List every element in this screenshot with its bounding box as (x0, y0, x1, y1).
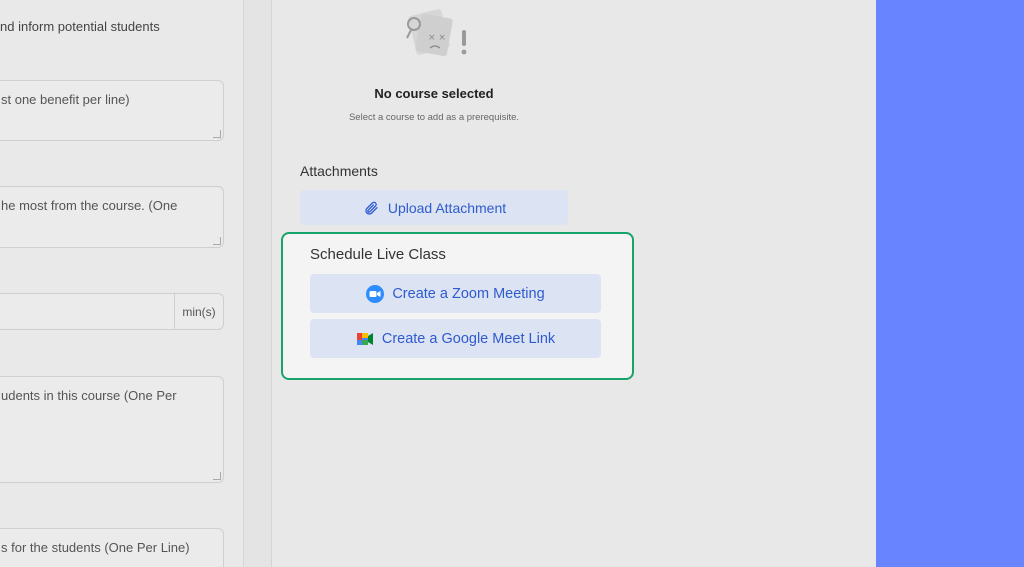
materials-placeholder: s for the students (One Per Line) (1, 540, 190, 555)
course-settings-form: nd inform potential students st one bene… (0, 0, 244, 567)
paperclip-icon (362, 199, 380, 217)
schedule-live-class-card: Schedule Live Class Create a Zoom Meetin… (281, 232, 634, 380)
upload-attachment-button[interactable]: Upload Attachment (300, 190, 568, 225)
audience-textarea[interactable]: udents in this course (One Per (0, 376, 224, 483)
empty-state-title: No course selected (374, 86, 494, 101)
benefits-placeholder: st one benefit per line) (1, 92, 130, 107)
audience-placeholder: udents in this course (One Per (1, 388, 177, 403)
resize-handle[interactable] (213, 130, 221, 138)
zoom-icon (366, 284, 385, 303)
empty-state-subtitle: Select a course to add as a prerequisite… (348, 112, 520, 123)
google-meet-icon (356, 330, 374, 348)
benefits-textarea[interactable]: st one benefit per line) (0, 80, 224, 141)
attachments-title: Attachments (300, 163, 378, 179)
panel-divider (244, 0, 272, 567)
resize-handle[interactable] (213, 237, 221, 245)
requirements-textarea[interactable]: he most from the course. (One (0, 186, 224, 248)
materials-textarea[interactable]: s for the students (One Per Line) (0, 528, 224, 567)
create-zoom-meeting-button[interactable]: Create a Zoom Meeting (310, 274, 601, 313)
requirements-placeholder: he most from the course. (One (1, 198, 178, 213)
create-google-meet-button[interactable]: Create a Google Meet Link (310, 319, 601, 358)
svg-text:× ×: × × (428, 33, 446, 43)
side-panel-background (876, 0, 1024, 567)
resize-handle[interactable] (213, 472, 221, 480)
google-meet-label: Create a Google Meet Link (381, 330, 556, 347)
empty-course-illustration: × × (390, 4, 480, 62)
duration-input[interactable]: min(s) (0, 293, 224, 330)
upload-attachment-label: Upload Attachment (387, 199, 507, 216)
intro-text: nd inform potential students (0, 19, 160, 34)
duration-unit-label: min(s) (174, 294, 223, 329)
live-class-title: Schedule Live Class (310, 246, 446, 263)
zoom-meeting-label: Create a Zoom Meeting (392, 285, 545, 302)
